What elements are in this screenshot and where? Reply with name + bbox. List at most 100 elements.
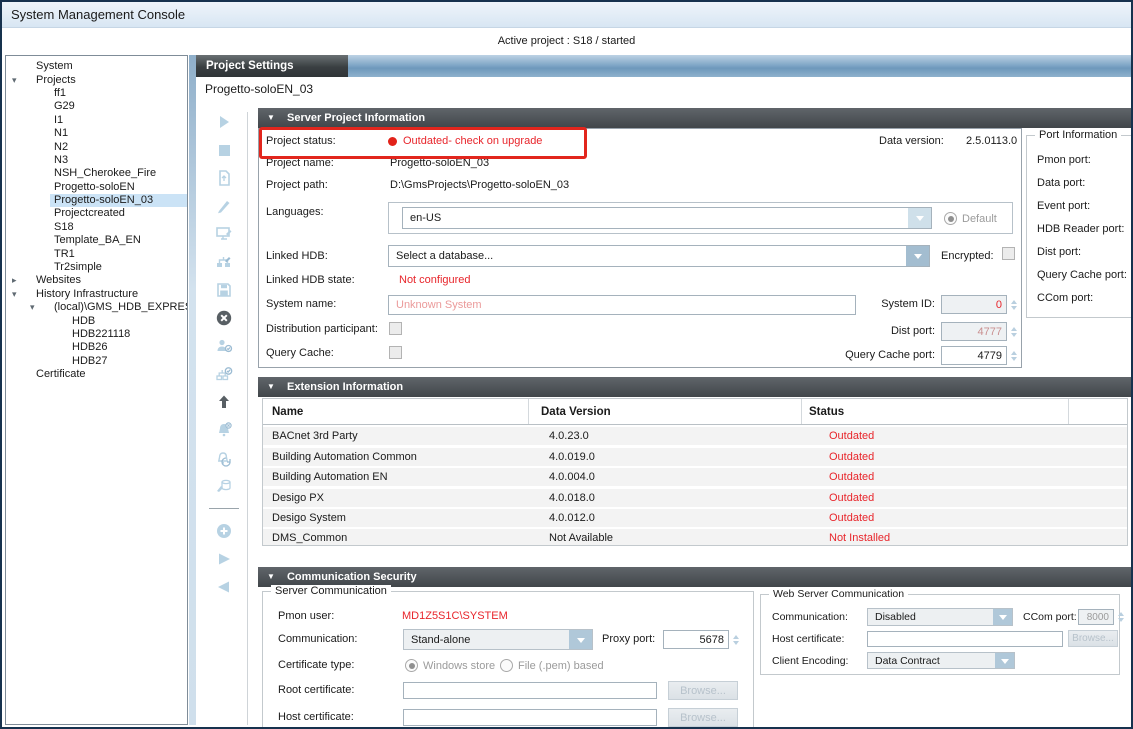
upgrade-icon[interactable]	[200, 388, 247, 416]
network-settings-icon[interactable]	[200, 248, 247, 276]
tree-item-websites[interactable]: ▸Websites	[6, 274, 187, 287]
proxy-port-spinner[interactable]: 5678	[663, 630, 729, 649]
chevron-down-icon[interactable]: ▾	[30, 301, 50, 314]
collapse-arrow-icon[interactable]: ▼	[267, 382, 275, 391]
tree-item-tr1[interactable]: TR1	[6, 247, 187, 260]
tree-item-hdb[interactable]: HDB	[6, 314, 187, 327]
extension-row[interactable]: Desigo PX4.0.018.0Outdated	[263, 489, 1127, 507]
section-header-server-project-information[interactable]: ▼ Server Project Information	[258, 108, 1131, 128]
tree-item-nsh-cherokee-fire[interactable]: NSH_Cherokee_Fire	[6, 167, 187, 180]
tree-item-tr2simple[interactable]: Tr2simple	[6, 261, 187, 274]
chevron-down-icon[interactable]: ▾	[12, 288, 32, 301]
tree-item-hdb26[interactable]: HDB26	[6, 341, 187, 354]
tab-project-settings[interactable]: Project Settings	[196, 55, 348, 77]
windows-store-radio[interactable]	[405, 659, 418, 672]
tree-item--local-gms-hdb-express[interactable]: ▾(local)\GMS_HDB_EXPRESS	[6, 301, 187, 314]
forward-icon[interactable]	[200, 545, 247, 573]
extension-row[interactable]: BACnet 3rd Party4.0.23.0Outdated	[263, 427, 1127, 445]
tree-item-progetto-soloen-03[interactable]: Progetto-soloEN_03	[6, 194, 187, 207]
clear-history-icon[interactable]	[200, 472, 247, 500]
stop-icon[interactable]	[200, 136, 247, 164]
cancel-icon[interactable]	[200, 304, 247, 332]
chevron-down-icon[interactable]	[906, 246, 929, 266]
splitter[interactable]	[189, 55, 196, 725]
tree-item-template-ba-en[interactable]: Template_BA_EN	[6, 234, 187, 247]
user-settings-icon[interactable]	[200, 332, 247, 360]
extension-name: BACnet 3rd Party	[263, 430, 537, 442]
web-communication-select[interactable]: Disabled	[867, 608, 1013, 626]
column-header-data-version[interactable]: Data Version	[528, 399, 801, 424]
extension-row[interactable]: Building Automation EN4.0.004.0Outdated	[263, 468, 1127, 486]
host-certificate-input[interactable]	[403, 709, 657, 726]
tree-item-progetto-soloen[interactable]: Progetto-soloEN	[6, 181, 187, 194]
tree-item-label: N3	[50, 154, 72, 167]
alarm-off-icon[interactable]	[200, 416, 247, 444]
chevron-down-icon[interactable]: ▾	[12, 74, 32, 87]
chevron-down-icon[interactable]	[908, 208, 931, 228]
collapse-arrow-icon[interactable]: ▼	[267, 572, 275, 581]
tree-item-ff1[interactable]: ff1	[6, 87, 187, 100]
ccom-port-spin-buttons[interactable]	[1115, 609, 1126, 625]
tree-item-history-infrastructure[interactable]: ▾History Infrastructure	[6, 288, 187, 301]
web-host-certificate-input[interactable]	[867, 631, 1063, 647]
root-certificate-input[interactable]	[403, 682, 657, 699]
system-id-spinner[interactable]: 0	[941, 295, 1007, 314]
extension-row[interactable]: DMS_CommonNot AvailableNot Installed	[263, 529, 1127, 546]
linked-hdb-select[interactable]: Select a database...	[388, 245, 930, 267]
section-header-extension-information[interactable]: ▼ Extension Information	[258, 377, 1131, 397]
system-id-spin-buttons[interactable]	[1008, 295, 1019, 314]
extension-table-header[interactable]: Name Data Version Status	[263, 399, 1127, 425]
file-pem-radio[interactable]	[500, 659, 513, 672]
project-tree[interactable]: System▾Projectsff1G29I1N1N2N3NSH_Cheroke…	[5, 55, 188, 725]
tree-item-g29[interactable]: G29	[6, 100, 187, 113]
new-project-icon[interactable]	[200, 164, 247, 192]
column-header-name[interactable]: Name	[263, 399, 528, 424]
column-header-status[interactable]: Status	[801, 399, 1068, 424]
tree-item-n2[interactable]: N2	[6, 140, 187, 153]
collapse-arrow-icon[interactable]: ▼	[267, 113, 275, 122]
system-id-label: System ID:	[860, 298, 935, 310]
encrypted-checkbox[interactable]	[1002, 247, 1015, 260]
tree-item-n3[interactable]: N3	[6, 154, 187, 167]
extension-row[interactable]: Desigo System4.0.012.0Outdated	[263, 509, 1127, 527]
alarm-restore-icon[interactable]	[200, 444, 247, 472]
edit-project-icon[interactable]	[200, 192, 247, 220]
web-communication-selected-value: Disabled	[868, 609, 993, 625]
start-icon[interactable]	[200, 108, 247, 136]
tree-item-s18[interactable]: S18	[6, 221, 187, 234]
client-encoding-select[interactable]: Data Contract	[867, 652, 1015, 669]
tree-item-system[interactable]: System	[6, 60, 187, 73]
tab-bar: Project Settings	[196, 55, 1131, 77]
tree-item-hdb221118[interactable]: HDB221118	[6, 328, 187, 341]
query-cache-checkbox[interactable]	[389, 346, 402, 359]
tree-item-i1[interactable]: I1	[6, 114, 187, 127]
tree-item-n1[interactable]: N1	[6, 127, 187, 140]
query-cache-port-spin-buttons[interactable]	[1008, 346, 1019, 365]
root-certificate-browse-button[interactable]: Browse...	[668, 681, 738, 700]
back-icon[interactable]	[200, 573, 247, 601]
ccom-port-spinner[interactable]: 8000	[1078, 609, 1114, 625]
proxy-port-spin-buttons[interactable]	[730, 630, 741, 649]
display-settings-icon[interactable]	[200, 220, 247, 248]
save-icon[interactable]	[200, 276, 247, 304]
network-check-icon[interactable]	[200, 360, 247, 388]
query-cache-port-spinner[interactable]: 4779	[941, 346, 1007, 365]
communication-select[interactable]: Stand-alone	[403, 629, 593, 650]
tree-item-hdb27[interactable]: HDB27	[6, 355, 187, 368]
web-host-certificate-browse-button[interactable]: Browse...	[1068, 630, 1118, 647]
section-header-communication-security[interactable]: ▼ Communication Security	[258, 567, 1131, 587]
tree-item-projects[interactable]: ▾Projects	[6, 73, 187, 86]
dist-port-spinner[interactable]: 4777	[941, 322, 1007, 341]
tree-item-projectcreated[interactable]: Projectcreated	[6, 207, 187, 220]
extension-row[interactable]: Building Automation Common4.0.019.0Outda…	[263, 448, 1127, 466]
add-icon[interactable]	[200, 517, 247, 545]
languages-select[interactable]: en-US	[402, 207, 932, 229]
tree-item-certificate[interactable]: Certificate	[6, 368, 187, 381]
host-certificate-browse-button[interactable]: Browse...	[668, 708, 738, 727]
system-name-input[interactable]: Unknown System	[388, 295, 856, 315]
distribution-participant-checkbox[interactable]	[389, 322, 402, 335]
chevron-right-icon[interactable]: ▸	[12, 274, 32, 287]
pmon-user-value: MD1Z5S1C\SYSTEM	[402, 610, 508, 622]
dist-port-spin-buttons[interactable]	[1008, 322, 1019, 341]
default-radio[interactable]	[944, 212, 957, 225]
